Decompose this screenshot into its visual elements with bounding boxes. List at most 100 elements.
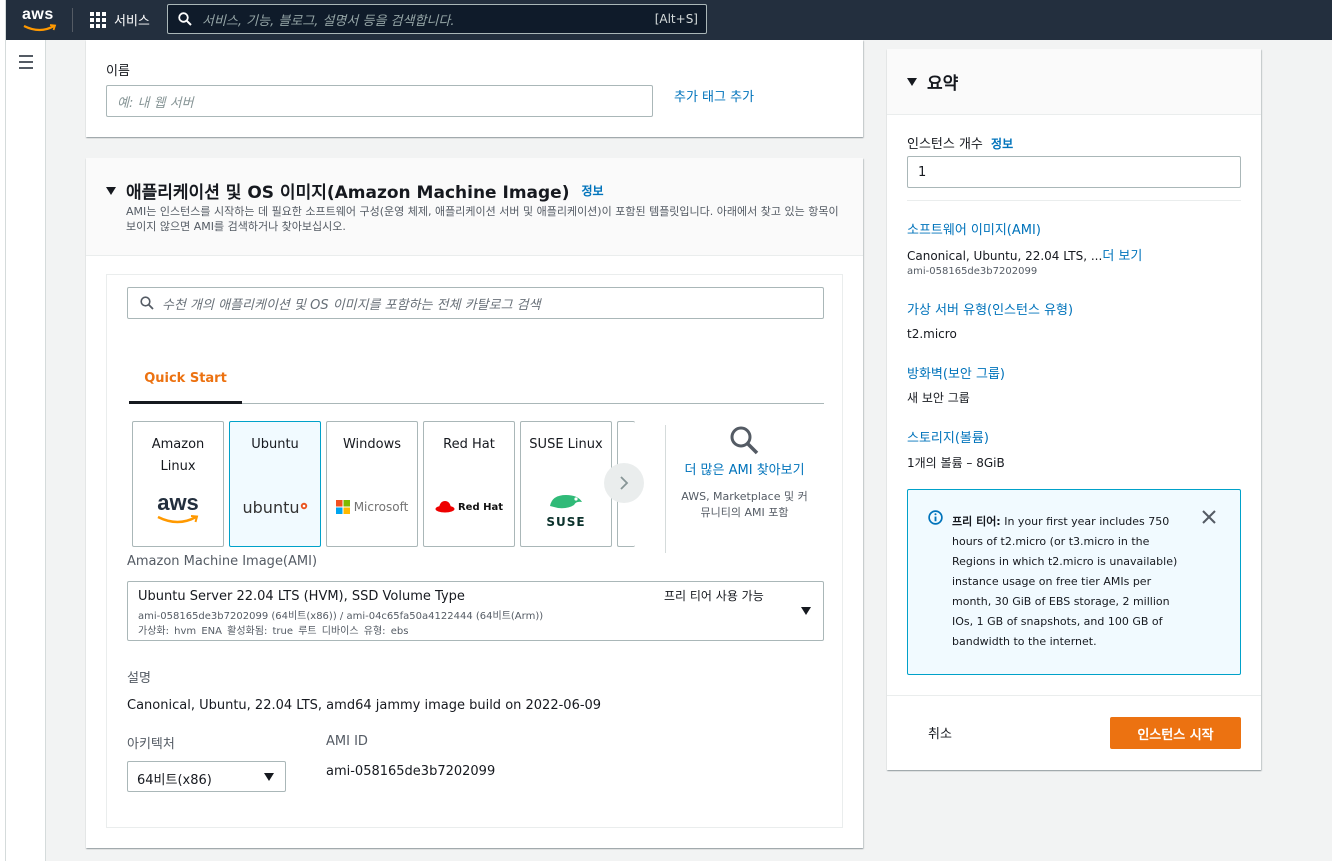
vertical-divider <box>665 425 666 553</box>
summary-panel: 요약 인스턴스 개수 정보 1 소프트웨어 이미지(AMI) Canonical… <box>887 49 1261 770</box>
redhat-hat-icon <box>435 501 455 513</box>
os-card-windows[interactable]: Windows Microsoft <box>326 421 418 547</box>
catalog-search-placeholder: 수천 개의 애플리케이션 및 OS 이미지를 포함하는 전체 카탈로그 검색 <box>162 297 541 313</box>
microsoft-squares-icon <box>335 500 350 514</box>
instance-type-value: t2.micro <box>907 327 957 341</box>
summary-divider <box>907 200 1241 201</box>
suse-logo-text: SUSE <box>546 515 586 529</box>
aws-smile-icon <box>23 24 57 32</box>
security-group-link[interactable]: 방화벽(보안 그룹) <box>907 363 1005 382</box>
os-card-name: Windows <box>342 437 402 452</box>
search-icon <box>730 426 759 455</box>
software-image-id: ami-058165de3b7202099 <box>907 266 1038 277</box>
ubuntu-logo-icon: ubuntu <box>230 498 320 517</box>
suse-logo-icon: SUSE <box>521 492 611 528</box>
info-icon <box>928 510 943 525</box>
instance-count-value: 1 <box>918 164 927 180</box>
ami-id-value: ami-058165de3b7202099 <box>326 764 496 779</box>
free-tier-text: In your first year includes 750 hours of… <box>952 515 1178 648</box>
chevron-right-icon <box>620 476 629 490</box>
software-image-row: Canonical, Ubuntu, 22.04 LTS, ...더 보기 <box>907 245 1142 264</box>
description-label: 설명 <box>127 671 151 686</box>
architecture-value: 64비트(x86) <box>137 773 212 788</box>
nav-divider <box>72 8 73 32</box>
dropdown-arrow-icon <box>264 773 274 781</box>
free-tier-text-block: 프리 티어: In your first year includes 750 h… <box>952 512 1192 652</box>
caret-down-icon <box>106 186 116 195</box>
suse-chameleon-icon <box>550 495 582 509</box>
ami-select-label: Amazon Machine Image(AMI) <box>127 554 318 569</box>
ami-info-link[interactable]: 정보 <box>581 182 603 199</box>
software-image-value: Canonical, Ubuntu, 22.04 LTS, ... <box>907 249 1103 263</box>
ami-section-title[interactable]: 애플리케이션 및 OS 이미지(Amazon Machine Image) 정보 <box>106 178 604 203</box>
close-icon[interactable] <box>1202 510 1216 524</box>
storage-link[interactable]: 스토리지(볼륨) <box>907 427 989 446</box>
free-tier-title: 프리 티어: <box>952 515 1001 528</box>
instance-count-row: 인스턴스 개수 정보 <box>907 133 1013 152</box>
see-more-link[interactable]: 더 보기 <box>1102 249 1142 264</box>
global-search-input[interactable]: 서비스, 기능, 블로그, 설명서 등을 검색합니다. [Alt+S] <box>167 4 707 34</box>
cancel-button[interactable]: 취소 <box>928 723 952 742</box>
ami-inner-container: 수천 개의 애플리케이션 및 OS 이미지를 포함하는 전체 카탈로그 검색 Q… <box>106 274 843 828</box>
ami-id-label: AMI ID <box>326 734 368 749</box>
ubuntu-logo-text: ubuntu <box>242 498 300 517</box>
carousel-next-button[interactable] <box>604 463 644 503</box>
aws-card-logo-text: aws <box>157 490 199 515</box>
dropdown-arrow-icon <box>801 607 811 615</box>
name-tags-panel: 이름 예: 내 웹 서버 추가 태그 추가 <box>86 40 863 137</box>
description-value: Canonical, Ubuntu, 22.04 LTS, amd64 jamm… <box>127 698 602 713</box>
name-input[interactable]: 예: 내 웹 서버 <box>106 85 653 117</box>
os-card-amazon-linux[interactable]: Amazon Linux aws <box>132 421 224 547</box>
redhat-logo-icon: Red Hat <box>424 500 514 514</box>
global-search-placeholder: 서비스, 기능, 블로그, 설명서 등을 검색합니다. <box>202 13 455 29</box>
catalog-search-input[interactable]: 수천 개의 애플리케이션 및 OS 이미지를 포함하는 전체 카탈로그 검색 <box>127 287 824 319</box>
microsoft-logo-text: Microsoft <box>353 500 409 514</box>
top-navigation: aws 서비스 서비스, 기능, 블로그, 설명서 등을 검색합니다. [Alt… <box>0 0 1332 40</box>
ami-title-text: 애플리케이션 및 OS 이미지(Amazon Machine Image) <box>126 183 570 203</box>
architecture-select[interactable]: 64비트(x86) <box>127 761 286 792</box>
microsoft-logo-icon: Microsoft <box>327 500 417 514</box>
search-icon <box>178 12 192 26</box>
name-input-placeholder: 예: 내 웹 서버 <box>117 95 194 111</box>
os-card-red-hat[interactable]: Red Hat Red Hat <box>423 421 515 547</box>
architecture-label: 아키텍처 <box>127 737 175 752</box>
os-card-name: SUSE Linux <box>529 437 603 452</box>
menu-icon[interactable] <box>19 55 33 73</box>
summary-title[interactable]: 요약 <box>907 69 958 94</box>
browse-more-ami[interactable]: 더 많은 AMI 찾아보기 AWS, Marketplace 및 커뮤니티의 A… <box>677 425 812 521</box>
os-card-name: Amazon Linux <box>151 437 205 474</box>
browse-more-ami-link[interactable]: 더 많은 AMI 찾아보기 <box>677 461 812 481</box>
software-image-link[interactable]: 소프트웨어 이미지(AMI) <box>907 219 1041 238</box>
os-card-name: Red Hat <box>443 437 495 452</box>
ami-selected-details: 가상화: hvm ENA 활성화됨: true 루트 디바이스 유형: ebs <box>138 626 409 637</box>
search-icon <box>140 296 154 310</box>
summary-header: 요약 <box>887 49 1261 115</box>
instance-count-info-link[interactable]: 정보 <box>991 137 1013 151</box>
add-tag-link[interactable]: 추가 태그 추가 <box>674 86 754 105</box>
ami-select-dropdown[interactable]: Ubuntu Server 22.04 LTS (HVM), SSD Volum… <box>127 581 824 641</box>
services-menu-button[interactable]: 서비스 <box>90 10 150 29</box>
summary-footer-divider <box>887 695 1261 696</box>
side-rail <box>6 40 46 861</box>
instance-count-input[interactable]: 1 <box>907 156 1241 188</box>
os-card-ubuntu[interactable]: Ubuntu ubuntu <box>229 421 321 547</box>
ubuntu-circle-icon <box>300 502 307 510</box>
ami-panel: 애플리케이션 및 OS 이미지(Amazon Machine Image) 정보… <box>86 158 863 848</box>
services-label: 서비스 <box>114 14 150 29</box>
aws-logo-icon: aws <box>133 492 223 529</box>
instance-count-label: 인스턴스 개수 <box>907 137 983 152</box>
ami-description: AMI는 인스턴스를 시작하는 데 필요한 소프트웨어 구성(운영 체제, 애플… <box>126 205 839 233</box>
free-tier-alert: 프리 티어: In your first year includes 750 h… <box>907 489 1241 675</box>
storage-value: 1개의 볼륨 – 8GiB <box>907 456 1005 470</box>
browse-more-ami-sub: AWS, Marketplace 및 커뮤니티의 AMI 포함 <box>681 490 808 519</box>
instance-type-link[interactable]: 가상 서버 유형(인스턴스 유형) <box>907 299 1073 318</box>
launch-instance-button[interactable]: 인스턴스 시작 <box>1110 717 1241 749</box>
tab-quick-start[interactable]: Quick Start <box>129 363 242 404</box>
free-tier-eligible-badge: 프리 티어 사용 가능 <box>664 589 764 603</box>
os-card-suse-linux[interactable]: SUSE Linux SUSE <box>520 421 612 547</box>
ami-panel-header: 애플리케이션 및 OS 이미지(Amazon Machine Image) 정보… <box>86 158 863 256</box>
aws-logo[interactable]: aws <box>22 6 60 34</box>
caret-down-icon <box>907 77 917 86</box>
ami-selected-ids: ami-058165de3b7202099 (64비트(x86)) / ami-… <box>138 611 544 622</box>
security-group-value: 새 보안 그룹 <box>907 391 970 405</box>
